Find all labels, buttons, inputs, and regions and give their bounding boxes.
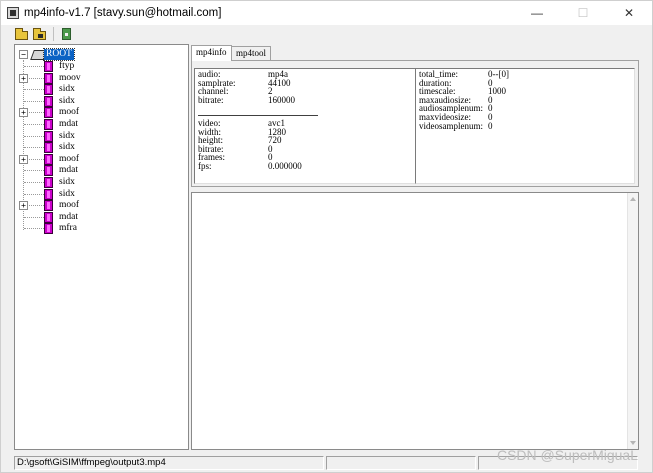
- info-tabs: mp4info mp4tool audio: mp4a samplrate: 4410…: [189, 44, 642, 189]
- tree-expander[interactable]: +: [19, 201, 28, 211]
- info-value: 0.000000: [268, 161, 302, 171]
- tree-connector: [24, 89, 44, 91]
- open-file-button[interactable]: [14, 26, 30, 42]
- info-divider: [198, 115, 318, 116]
- tree-connector: [24, 100, 44, 102]
- info-key: bitrate:: [198, 94, 224, 105]
- open-file-alt-button[interactable]: [32, 26, 48, 42]
- info-row: videosamplenum: 0: [419, 120, 619, 131]
- tree-item-label[interactable]: mfra: [59, 223, 77, 234]
- open-folder-icon: [15, 28, 28, 40]
- tree-connector: [24, 147, 44, 149]
- status-field-2: [326, 456, 476, 470]
- exit-button[interactable]: [59, 26, 75, 42]
- tree-item-label[interactable]: sidx: [59, 142, 75, 153]
- mp4-box-icon: [44, 165, 53, 177]
- mp4-box-icon: [44, 177, 53, 188]
- tree-item-label[interactable]: moov: [59, 73, 81, 84]
- tree-connector: [24, 124, 44, 125]
- minimize-button[interactable]: —: [514, 1, 560, 25]
- tree-item-label[interactable]: sidx: [59, 96, 75, 107]
- mp4-box-icon: [44, 95, 53, 107]
- maximize-button[interactable]: ☐: [560, 1, 606, 25]
- close-button[interactable]: ✕: [606, 1, 652, 25]
- mp4-box-icon: [44, 142, 53, 154]
- tree-item-label[interactable]: sidx: [59, 177, 75, 188]
- mp4-box-icon: [44, 72, 53, 84]
- mp4-box-icon: [44, 188, 53, 200]
- tree-item-label[interactable]: moof: [59, 154, 79, 165]
- timing-info-box: total_time: 0--[0] duration: 0 timescale: 100…: [415, 68, 635, 184]
- info-key: fps:: [198, 161, 212, 171]
- tree-connector: [24, 193, 44, 195]
- mp4-box-icon: [44, 61, 53, 72]
- title-bar: mp4info-v1.7 [stavy.sun@hotmail.com] — ☐…: [1, 1, 652, 25]
- info-key: videosamplenum:: [419, 120, 483, 131]
- app-window: mp4info-v1.7 [stavy.sun@hotmail.com] — ☐…: [0, 0, 653, 473]
- info-value: 0: [488, 120, 493, 131]
- tree-connector: [24, 135, 44, 137]
- window-title: mp4info-v1.7 [stavy.sun@hotmail.com]: [24, 7, 222, 19]
- scroll-up-icon[interactable]: [630, 197, 636, 201]
- output-area[interactable]: [191, 192, 639, 450]
- toolbar-separator: [53, 27, 54, 41]
- mp4-box-icon: [44, 200, 53, 212]
- mp4-box-icon: [44, 211, 53, 223]
- tree-item-label[interactable]: sidx: [59, 131, 75, 142]
- scroll-down-icon[interactable]: [630, 441, 636, 445]
- tree-item-label[interactable]: sidx: [59, 189, 75, 200]
- tree-connector: [24, 66, 44, 67]
- tree-connector: [24, 228, 44, 230]
- mp4-box-icon: [44, 223, 53, 235]
- mp4-box-icon: [44, 153, 53, 165]
- tree-item-label[interactable]: mdat: [59, 165, 78, 176]
- tree-item-label[interactable]: moof: [59, 200, 79, 211]
- exit-icon: [62, 28, 71, 40]
- vertical-scrollbar[interactable]: [627, 193, 638, 449]
- tree-expander[interactable]: +: [19, 108, 28, 118]
- info-row: fps: 0.000000: [198, 162, 398, 171]
- window-controls: — ☐ ✕: [514, 1, 652, 25]
- tree-connector: [24, 182, 44, 183]
- open-folder-alt-icon: [33, 28, 46, 40]
- tab-mp4tool[interactable]: mp4tool: [231, 46, 272, 60]
- mp4-box-icon: [44, 130, 53, 142]
- root-expander[interactable]: −: [19, 50, 28, 59]
- status-file-path: D:\gsoft\GiSIM\ffmpeg\output3.mp4: [14, 456, 324, 470]
- tab-mp4info[interactable]: mp4info: [191, 45, 232, 61]
- app-icon: [7, 7, 19, 19]
- tree-item-label[interactable]: sidx: [59, 84, 75, 95]
- tree-expander[interactable]: +: [19, 154, 28, 164]
- info-row: bitrate: 160000: [198, 94, 398, 105]
- media-info-box: audio: mp4a samplrate: 44100 channel: 2 bitrat…: [194, 68, 416, 184]
- tree-item-label[interactable]: mdat: [59, 212, 78, 223]
- mp4-box-icon: [44, 107, 53, 119]
- tree-expander[interactable]: +: [19, 73, 28, 83]
- watermark: CSDN @SuperMiguaL: [496, 447, 638, 463]
- mp4-box-icon: [44, 119, 53, 130]
- mp4-box-icon: [44, 84, 53, 96]
- tab-panel-mp4info: audio: mp4a samplrate: 44100 channel: 2 bitrat…: [191, 60, 639, 187]
- toolbar: [1, 25, 652, 43]
- tree-item-label[interactable]: ftyp: [59, 61, 74, 72]
- info-value: 160000: [268, 94, 295, 105]
- box-tree[interactable]: − ROOT ftyp + moov sidx sidx + moof mdat sidx sid…: [14, 44, 189, 450]
- tree-item-label[interactable]: moof: [59, 107, 79, 118]
- tree-connector: [24, 216, 44, 218]
- tree-item-root[interactable]: ROOT: [43, 48, 75, 61]
- tree-item-label[interactable]: mdat: [59, 119, 78, 130]
- tree-connector: [24, 170, 44, 172]
